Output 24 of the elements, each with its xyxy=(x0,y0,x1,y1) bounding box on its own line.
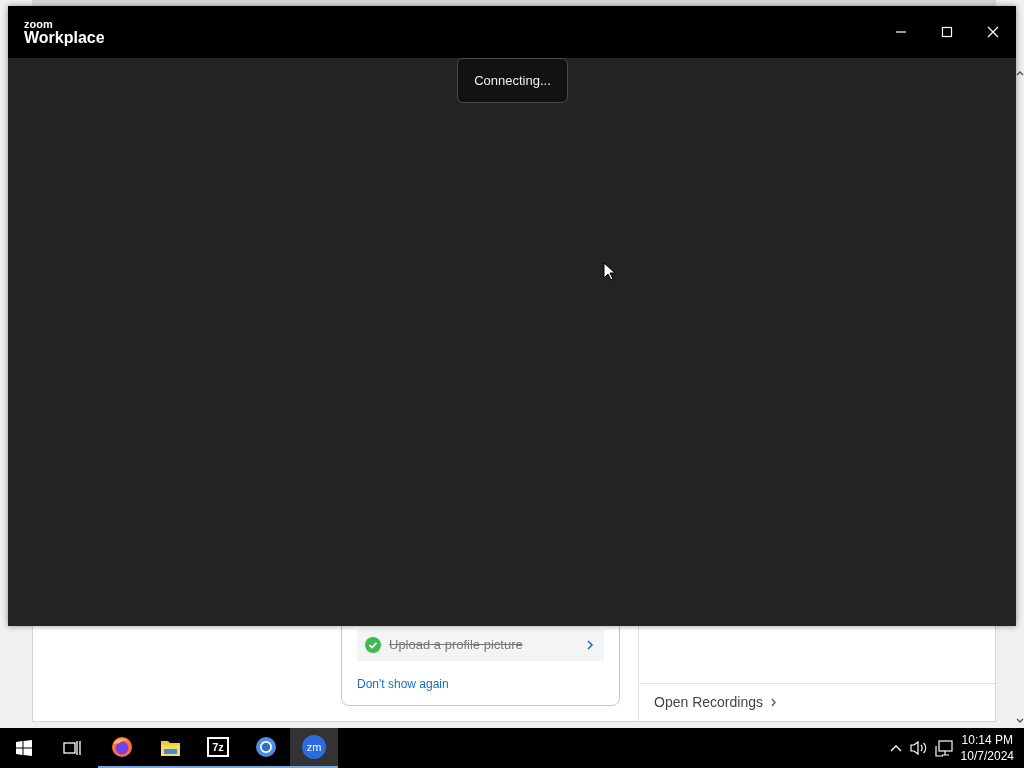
window-title: Workplace xyxy=(24,29,105,46)
chevron-up-icon[interactable] xyxy=(889,743,902,753)
brand-label: zoom xyxy=(24,18,54,30)
task-view-icon xyxy=(63,740,81,756)
close-icon xyxy=(987,26,999,38)
speaker-icon[interactable] xyxy=(909,739,927,757)
scroll-down-icon[interactable] xyxy=(1016,718,1024,724)
cursor-icon xyxy=(603,262,615,281)
checklist-item[interactable]: Upload a profile picture xyxy=(357,629,604,661)
network-icon[interactable] xyxy=(934,739,953,757)
recordings-link[interactable]: Open Recordings xyxy=(654,692,763,713)
status-toast: Connecting... xyxy=(457,58,568,103)
maximize-icon xyxy=(941,26,953,38)
windows-logo-icon xyxy=(16,740,32,756)
chevron-icon xyxy=(770,698,777,707)
clock-time: 10:14 PM xyxy=(960,731,1014,748)
globe-icon xyxy=(255,736,277,758)
taskbar-app[interactable]: 7z xyxy=(194,728,242,768)
taskbar-app[interactable]: zm xyxy=(290,728,338,768)
clock-date: 10/7/2024 xyxy=(960,748,1014,765)
dismiss-link[interactable]: Don't show again xyxy=(357,675,449,693)
archive-icon: 7z xyxy=(207,737,229,757)
zoom-icon: zm xyxy=(302,735,326,759)
chevron-icon xyxy=(586,640,594,650)
